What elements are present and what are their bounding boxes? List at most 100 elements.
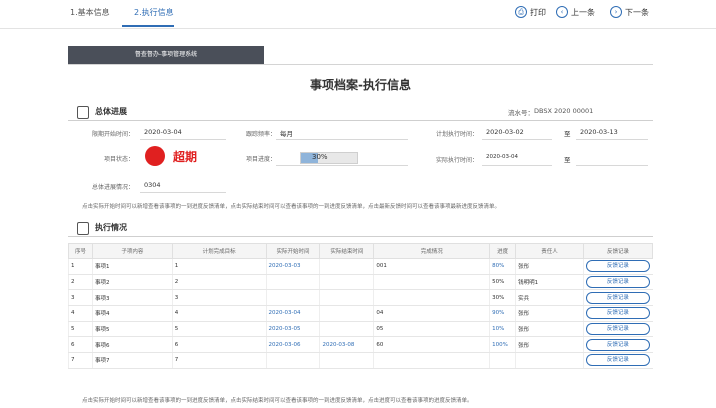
row-start-link[interactable]: 2020-03-04: [265, 305, 320, 322]
row-item: 事项4: [91, 305, 173, 322]
col-header-no: 序号: [68, 243, 93, 259]
row-progress-link[interactable]: 90%: [489, 305, 516, 322]
page-title: 事项档案-执行信息: [310, 78, 411, 92]
print-button[interactable]: ⎙ 打印: [515, 6, 546, 18]
feedback-record-button[interactable]: 反馈记录: [585, 307, 650, 320]
table-row: 7 事项7 7 反馈记录: [68, 352, 653, 369]
row-owner: 张彤: [515, 336, 584, 354]
cycle-underline: [276, 139, 408, 140]
row-end-link[interactable]: [319, 352, 374, 369]
row-detail: [373, 289, 490, 307]
col-header-end: 实际结束时间: [319, 243, 375, 259]
serial-label: 流水号：: [508, 109, 534, 117]
row-end-link[interactable]: [319, 258, 374, 275]
active-tab-indicator: [122, 25, 174, 27]
serial-value: DBSX 2020 00001: [534, 107, 594, 115]
start-date-value: 2020-03-04: [144, 128, 182, 136]
row-progress-link[interactable]: [489, 352, 516, 369]
actual-time-start-underline: [482, 165, 552, 166]
row-feedback-cell: 反馈记录: [582, 305, 653, 322]
start-date-label: 限期开始时间：: [91, 131, 134, 138]
start-date-underline: [140, 139, 226, 140]
row-start-link[interactable]: 2020-03-05: [265, 321, 320, 338]
col-header-feedback: 反馈记录: [582, 243, 654, 259]
row-owner: 张彤: [515, 321, 584, 338]
table-row: 6 事项6 6 2020-03-06 2020-03-08 60 100% 张彤…: [68, 336, 653, 354]
cycle-value: 每月: [280, 130, 293, 138]
row-item: 事项7: [91, 352, 173, 369]
row-end-link[interactable]: [319, 289, 374, 307]
actual-time-start[interactable]: 2020-03-04: [486, 154, 518, 160]
row-start-link[interactable]: [265, 352, 320, 369]
row-progress-link[interactable]: 10%: [489, 321, 516, 338]
row-feedback-cell: 反馈记录: [582, 321, 653, 338]
table-row: 4 事项4 4 2020-03-04 04 90% 张彤 反馈记录: [68, 305, 653, 322]
row-no: 6: [68, 336, 93, 354]
feedback-record-button[interactable]: 反馈记录: [585, 323, 650, 336]
execution-note: 点击实际开始时间可以新增查看该事项的一到进度反馈清单，点击实际结束时间可以查看该…: [82, 398, 473, 404]
progress-text: 30%: [312, 153, 328, 161]
row-start-link[interactable]: [265, 274, 320, 291]
progress-underline: [276, 165, 408, 166]
tab-execution-info[interactable]: 2.执行信息: [134, 7, 174, 18]
row-end-link[interactable]: 2020-03-08: [319, 336, 374, 354]
row-target: 7: [171, 352, 267, 369]
feedback-record-button[interactable]: 反馈记录: [585, 276, 650, 289]
row-target: 2: [171, 274, 267, 291]
feedback-record-button[interactable]: 反馈记录: [585, 338, 650, 351]
row-end-link[interactable]: [319, 274, 374, 291]
print-label: 打印: [530, 7, 546, 17]
table-row: 5 事项5 5 2020-03-05 05 10% 张彤 反馈记录: [68, 321, 653, 338]
document-icon: [77, 222, 89, 235]
feedback-record-button[interactable]: 反馈记录: [585, 260, 650, 273]
row-progress-link[interactable]: 80%: [489, 258, 516, 275]
arrow-right-icon: ›: [610, 6, 622, 18]
row-item: 事项6: [91, 336, 173, 354]
feedback-record-button[interactable]: 反馈记录: [585, 354, 650, 367]
plan-time-end-underline: [576, 139, 648, 140]
row-end-link[interactable]: [319, 305, 374, 322]
row-end-link[interactable]: [319, 321, 374, 338]
row-owner: 张彤: [515, 305, 584, 322]
next-label: 下一条: [625, 7, 649, 17]
row-item: 事项2: [91, 274, 173, 291]
summary-label: 总体进展情况：: [91, 184, 134, 191]
row-target: 1: [171, 258, 267, 275]
plan-time-end: 2020-03-13: [580, 128, 618, 136]
plan-time-start: 2020-03-02: [486, 128, 524, 136]
col-header-target: 计划完成目标: [171, 243, 267, 259]
col-header-progress: 进度: [489, 243, 517, 259]
row-feedback-cell: 反馈记录: [582, 258, 653, 275]
cycle-label: 跟踪频率：: [245, 131, 276, 138]
row-start-link[interactable]: 2020-03-03: [265, 258, 320, 275]
row-no: 4: [68, 305, 93, 322]
row-progress-link[interactable]: 100%: [489, 336, 516, 354]
plan-time-sep: 至: [564, 130, 571, 138]
row-progress-link[interactable]: 50%: [489, 274, 516, 291]
table-row: 2 事项2 2 50% 钱明明1 反馈记录: [68, 274, 653, 291]
row-owner: 张彤: [515, 258, 584, 275]
row-feedback-cell: 反馈记录: [582, 352, 653, 369]
row-item: 事项5: [91, 321, 173, 338]
feedback-record-button[interactable]: 反馈记录: [585, 291, 650, 304]
prev-button[interactable]: ‹ 上一条: [556, 6, 595, 18]
actual-time-end-underline: [576, 165, 648, 166]
row-detail: 60: [373, 336, 490, 354]
row-owner: [515, 352, 584, 369]
row-progress-link[interactable]: 30%: [489, 289, 516, 307]
tab-basic-info[interactable]: 1.基本信息: [70, 7, 110, 18]
next-button[interactable]: › 下一条: [610, 6, 649, 18]
execution-divider: [68, 236, 653, 237]
table-row: 1 事项1 1 2020-03-03 001 80% 张彤 反馈记录: [68, 258, 653, 275]
row-start-link[interactable]: 2020-03-06: [265, 336, 320, 354]
prev-label: 上一条: [571, 7, 595, 17]
status-label: 项目状态：: [103, 156, 134, 163]
summary-value: 0304: [144, 181, 161, 189]
status-value: 超期: [173, 150, 198, 164]
row-start-link[interactable]: [265, 289, 320, 307]
row-no: 7: [68, 352, 93, 369]
execution-section-title: 执行情况: [95, 223, 127, 232]
overdue-indicator-dot: [145, 146, 165, 166]
col-header-detail: 完成情况: [373, 243, 491, 259]
row-item: 事项1: [91, 258, 173, 275]
